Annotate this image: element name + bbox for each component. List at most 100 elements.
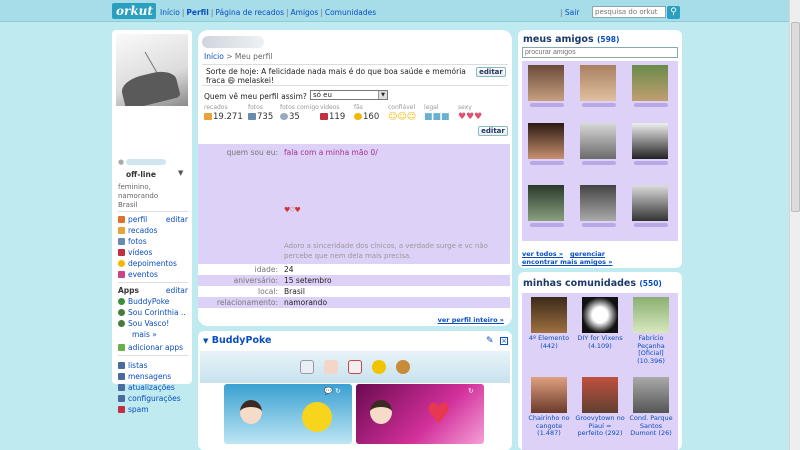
menu-listas[interactable]: listas: [118, 360, 190, 371]
menu-configuracoes[interactable]: configurações: [118, 393, 190, 404]
sun-icon[interactable]: [372, 360, 386, 374]
friend-thumb[interactable]: [580, 123, 620, 169]
stat-fotos-comigo[interactable]: fotos comigo 35: [280, 104, 319, 122]
community-item[interactable]: DIY for Vixens (4.109): [575, 297, 625, 350]
friend-thumb[interactable]: [528, 65, 568, 111]
window-icon[interactable]: [300, 360, 314, 374]
manage-friends-link[interactable]: gerenciar: [570, 250, 605, 258]
row-local: local: Brasil: [198, 286, 510, 297]
stat-videos[interactable]: vídeos 119: [320, 104, 345, 122]
edit-apps-link[interactable]: editar: [166, 285, 188, 296]
see-all-friends-link[interactable]: ver todos »: [522, 250, 563, 258]
nav-perfil[interactable]: Perfil: [186, 8, 208, 17]
buddypoke-panel: ▼ BuddyPoke ✎ × 💬 ↻ ♥ ↻: [198, 331, 512, 450]
glitter-image: ♥♡♥: [284, 206, 301, 214]
profile-avatar[interactable]: [116, 34, 188, 106]
nav-recados[interactable]: Página de recados: [215, 8, 284, 17]
friend-thumb[interactable]: [632, 185, 672, 231]
menu-videos[interactable]: vídeos: [118, 247, 190, 258]
who-sees-label: Quem vê meu perfil assim?: [204, 92, 307, 101]
buddypoke-scene-1[interactable]: 💬 ↻: [224, 384, 352, 444]
online-status[interactable]: off-line: [126, 170, 156, 179]
calendar-icon: [118, 271, 125, 278]
refresh-icon[interactable]: ↻: [468, 387, 474, 395]
find-more-friends-link[interactable]: encontrar mais amigos »: [522, 258, 613, 266]
menu-depoimentos[interactable]: depoimentos: [118, 258, 190, 269]
menu-recados[interactable]: recados: [118, 225, 190, 236]
pencil-icon[interactable]: ✎: [486, 336, 494, 346]
stat-fotos[interactable]: fotos 735: [248, 104, 273, 122]
community-item[interactable]: Cond. Parque Santos Dumont (26): [626, 377, 676, 438]
logout-link[interactable]: | Sair: [560, 8, 579, 17]
stat-fas[interactable]: fãs 160: [354, 104, 379, 122]
friend-search-input[interactable]: [522, 47, 678, 58]
breadcrumb-home[interactable]: Início: [204, 52, 224, 61]
app-corinthians[interactable]: Sou Corinthia ..: [118, 307, 190, 318]
profile-bio: feminino, namorando Brasil: [118, 183, 159, 209]
orkut-logo[interactable]: orkut: [112, 3, 156, 19]
app-icon: [118, 298, 125, 305]
profile-name-blurred: [126, 159, 167, 165]
apps-more-link[interactable]: mais »: [118, 329, 190, 340]
app-buddypoke[interactable]: BuddyPoke: [118, 296, 190, 307]
buddypoke-scene-2[interactable]: ♥ ↻: [356, 384, 484, 444]
photo-icon: [248, 113, 256, 120]
menu-atualizacoes[interactable]: atualizações: [118, 382, 190, 393]
nav-inicio[interactable]: Início: [160, 8, 180, 17]
app-vasco[interactable]: Sou Vasco!: [118, 318, 190, 329]
friend-thumb[interactable]: [580, 65, 620, 111]
community-item[interactable]: 4º Elemento (442): [524, 297, 574, 350]
search-icon[interactable]: ⚲: [667, 6, 680, 19]
friend-thumb[interactable]: [528, 123, 568, 169]
stat-confiavel[interactable]: confiável ☺☺☺: [388, 104, 416, 122]
row-relacionamento: relacionamento: namorando: [198, 297, 510, 308]
row-aniversario: aniversário: 15 setembro: [198, 275, 510, 286]
scrollbar-thumb[interactable]: [791, 22, 800, 212]
profile-name-row: ●: [118, 158, 188, 166]
nav-amigos[interactable]: Amigos: [291, 8, 319, 17]
friend-thumb[interactable]: [528, 185, 568, 231]
testimonial-icon: [118, 260, 125, 267]
chevron-down-icon[interactable]: ▼: [178, 169, 183, 177]
who-sees-select[interactable]: só eu ▼: [310, 90, 388, 100]
fortune-text: Sorte de hoje: A felicidade nada mais é …: [206, 67, 466, 85]
main-nav: Início | Perfil | Página de recados | Amigos | C…: [160, 8, 377, 17]
stat-recados[interactable]: recados 19.271: [204, 104, 243, 122]
orkut-search-input[interactable]: [592, 6, 666, 18]
face-icon[interactable]: [396, 360, 410, 374]
add-apps-link[interactable]: adicionar apps: [118, 342, 190, 353]
hand-icon[interactable]: [324, 360, 338, 374]
edit-profile-button[interactable]: editar: [478, 126, 508, 136]
friends-title[interactable]: meus amigos (598): [523, 34, 619, 45]
buddypoke-title[interactable]: ▼ BuddyPoke: [203, 335, 272, 346]
friend-thumb[interactable]: [632, 123, 672, 169]
friend-thumb[interactable]: [580, 185, 620, 231]
menu-eventos[interactable]: eventos: [118, 269, 190, 280]
community-item[interactable]: Chairinho no cangote (1.487): [524, 377, 574, 438]
close-icon[interactable]: ×: [500, 337, 508, 345]
fortune-box: Sorte de hoje: A felicidade nada mais é …: [202, 64, 508, 86]
community-item[interactable]: Groovytown no Piauí = perfeito (292): [575, 377, 625, 438]
shirt-icon[interactable]: [348, 360, 362, 374]
profile-main: Início > Meu perfil Sorte de hoje: A fel…: [198, 30, 512, 326]
apps-heading: Apps editar: [118, 285, 188, 296]
menu-fotos[interactable]: fotos: [118, 236, 190, 247]
see-full-profile-link[interactable]: ver perfil inteiro »: [438, 316, 504, 324]
stat-legal[interactable]: legal ■■■: [424, 104, 450, 122]
chevron-down-icon: ▼: [378, 91, 387, 99]
stat-sexy[interactable]: sexy ♥♥♥: [458, 104, 482, 122]
menu-spam[interactable]: spam: [118, 404, 190, 415]
edit-profile-link[interactable]: editar: [166, 214, 188, 225]
community-item[interactable]: Fabrício Peçanha [Oficial] (10.396): [626, 297, 676, 365]
friend-thumb[interactable]: [632, 65, 672, 111]
ice-rating-icon: ■■■: [424, 112, 450, 122]
page-scrollbar[interactable]: [789, 0, 800, 450]
menu-mensagens[interactable]: mensagens: [118, 371, 190, 382]
updates-icon: [118, 384, 125, 391]
scrap-icon: [118, 227, 125, 234]
edit-fortune-button[interactable]: editar: [476, 67, 506, 77]
chat-icon[interactable]: 💬 ↻: [324, 387, 341, 395]
communities-title[interactable]: minhas comunidades (550): [523, 278, 662, 289]
menu-perfil[interactable]: perfil editar: [118, 214, 190, 225]
nav-comunidades[interactable]: Comunidades: [325, 8, 376, 17]
